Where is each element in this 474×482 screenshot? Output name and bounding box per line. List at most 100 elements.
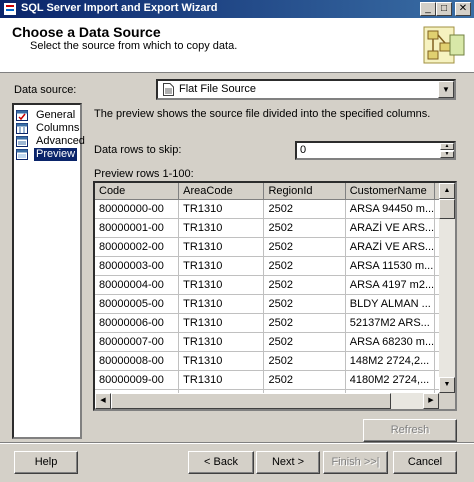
table-row[interactable]: 80000006-00TR1310250252137M2 ARS...1 xyxy=(95,313,455,333)
table-cell: ARSA 4197 m2... xyxy=(345,275,436,295)
nav-item-advanced[interactable]: Advanced xyxy=(16,135,85,148)
table-cell: 148M2 2724,2... xyxy=(345,351,436,371)
rows-to-skip-value: 0 xyxy=(300,144,307,156)
column-header[interactable]: Code xyxy=(95,183,180,200)
table-cell: TR1310 xyxy=(178,256,265,276)
table-cell: 80000005-00 xyxy=(95,294,180,314)
table-row[interactable]: 80000002-00TR13102502ARAZİ VE ARS...1 xyxy=(95,237,455,257)
footer-separator xyxy=(0,442,474,444)
column-header[interactable]: RegionId xyxy=(263,183,346,200)
table-cell: 80000000-00 xyxy=(95,199,180,219)
scroll-corner xyxy=(439,393,455,409)
table-cell: TR1310 xyxy=(178,351,265,371)
scroll-right-icon[interactable]: ▶ xyxy=(423,393,439,409)
table-row[interactable]: 80000003-00TR13102502ARSA 11530 m...1 xyxy=(95,256,455,276)
table-row[interactable]: 80000007-00TR13102502ARSA 68230 m...1 xyxy=(95,332,455,352)
table-cell: ARSA 94450 m... xyxy=(345,199,436,219)
column-header[interactable]: AreaCode xyxy=(178,183,265,200)
close-button[interactable]: ✕ xyxy=(455,2,471,16)
table-cell: ARAZİ VE ARS... xyxy=(345,237,436,257)
flat-file-icon xyxy=(163,83,174,96)
table-cell: TR1310 xyxy=(178,237,265,257)
nav-item-label: Columns xyxy=(36,122,80,134)
columns-page-icon xyxy=(16,123,28,134)
column-header[interactable]: CustomerName xyxy=(345,183,436,200)
rows-to-skip-stepper[interactable]: 0 ▲ ▼ xyxy=(295,141,456,160)
table-row[interactable]: 80000008-00TR13102502148M2 2724,2...1 xyxy=(95,351,455,371)
page-navigator: General Columns Advanced Preview xyxy=(12,103,85,439)
table-cell: ARSA 11530 m... xyxy=(345,256,436,276)
preview-rows-label: Preview rows 1-100: xyxy=(94,168,194,180)
table-cell: TR1310 xyxy=(178,275,265,295)
horizontal-scroll-thumb[interactable] xyxy=(111,393,391,409)
table-cell: 80000006-00 xyxy=(95,313,180,333)
advanced-page-icon xyxy=(16,136,28,147)
table-row[interactable]: 80000005-00TR13102502BLDY ALMAN ...1 xyxy=(95,294,455,314)
table-cell: 2502 xyxy=(263,218,346,238)
scroll-left-icon[interactable]: ◀ xyxy=(95,393,111,409)
minimize-button[interactable]: _ xyxy=(420,2,436,16)
table-row[interactable]: 80000000-00TR13102502ARSA 94450 m...1 xyxy=(95,199,455,219)
table-cell: 80000003-00 xyxy=(95,256,180,276)
nav-item-general[interactable]: General xyxy=(16,109,80,122)
wizard-icon xyxy=(423,26,465,64)
table-row[interactable]: 80000001-00TR13102502ARAZİ VE ARS...1 xyxy=(95,218,455,238)
page-subtitle: Select the source from which to copy dat… xyxy=(30,40,238,52)
table-cell: TR1310 xyxy=(178,218,265,238)
table-cell: TR1310 xyxy=(178,370,265,390)
table-cell: ARAZİ VE ARS... xyxy=(345,218,436,238)
nav-item-label: Advanced xyxy=(36,135,85,147)
table-cell: 80000007-00 xyxy=(95,332,180,352)
cancel-button[interactable]: Cancel xyxy=(393,451,457,474)
table-cell: 2502 xyxy=(263,370,346,390)
nav-item-preview[interactable]: Preview xyxy=(16,148,80,161)
data-source-value: Flat File Source xyxy=(179,83,257,95)
data-source-label: Data source: xyxy=(14,84,77,96)
nav-item-columns[interactable]: Columns xyxy=(16,122,80,135)
table-cell: BLDY ALMAN ... xyxy=(345,294,436,314)
table-cell: 80000008-00 xyxy=(95,351,180,371)
title-bar: SQL Server Import and Export Wizard _ □ … xyxy=(0,0,474,18)
maximize-button[interactable]: □ xyxy=(436,2,452,16)
scroll-down-icon[interactable]: ▼ xyxy=(439,377,455,393)
wizard-header: Choose a Data Source Select the source f… xyxy=(0,18,474,73)
general-page-icon xyxy=(16,110,28,121)
table-cell: TR1310 xyxy=(178,199,265,219)
nav-item-label: Preview xyxy=(34,148,78,161)
table-row[interactable]: 80000004-00TR13102502ARSA 4197 m2...1 xyxy=(95,275,455,295)
refresh-button[interactable]: Refresh xyxy=(363,419,457,442)
spin-up-button[interactable]: ▲ xyxy=(440,143,454,150)
table-cell: 52137M2 ARS... xyxy=(345,313,436,333)
table-cell: 80000002-00 xyxy=(95,237,180,257)
table-cell: TR1310 xyxy=(178,294,265,314)
table-cell: ARSA 68230 m... xyxy=(345,332,436,352)
rows-to-skip-label: Data rows to skip: xyxy=(94,144,182,156)
app-icon xyxy=(4,3,16,15)
chevron-down-icon[interactable]: ▼ xyxy=(438,81,454,98)
back-button[interactable]: < Back xyxy=(188,451,254,474)
table-cell: 2502 xyxy=(263,332,346,352)
table-cell: 2502 xyxy=(263,199,346,219)
table-cell: 2502 xyxy=(263,237,346,257)
vertical-scrollbar[interactable]: ▲ ▼ xyxy=(439,183,455,393)
table-row[interactable]: 80000009-00TR131025024180M2 2724,...1 xyxy=(95,370,455,390)
nav-item-label: General xyxy=(36,109,76,121)
table-cell: 80000009-00 xyxy=(95,370,180,390)
next-button[interactable]: Next > xyxy=(256,451,320,474)
preview-page-icon xyxy=(16,149,28,160)
table-cell: 80000001-00 xyxy=(95,218,180,238)
page-title: Choose a Data Source xyxy=(12,24,161,40)
table-cell: 2502 xyxy=(263,351,346,371)
preview-grid[interactable]: CodeAreaCodeRegionIdCustomerNameId 80000… xyxy=(93,181,457,411)
data-source-select[interactable]: Flat File Source ▼ xyxy=(156,79,456,100)
table-cell: 2502 xyxy=(263,313,346,333)
table-cell: 80000004-00 xyxy=(95,275,180,295)
help-button[interactable]: Help xyxy=(14,451,78,474)
scroll-up-icon[interactable]: ▲ xyxy=(439,183,455,199)
vertical-scroll-thumb[interactable] xyxy=(439,199,455,219)
finish-button[interactable]: Finish >>| xyxy=(323,451,388,474)
horizontal-scrollbar[interactable]: ◀ ▶ xyxy=(95,393,439,409)
preview-table: CodeAreaCodeRegionIdCustomerNameId 80000… xyxy=(95,183,455,409)
spin-down-button[interactable]: ▼ xyxy=(440,151,454,158)
window-title: SQL Server Import and Export Wizard xyxy=(21,2,218,14)
